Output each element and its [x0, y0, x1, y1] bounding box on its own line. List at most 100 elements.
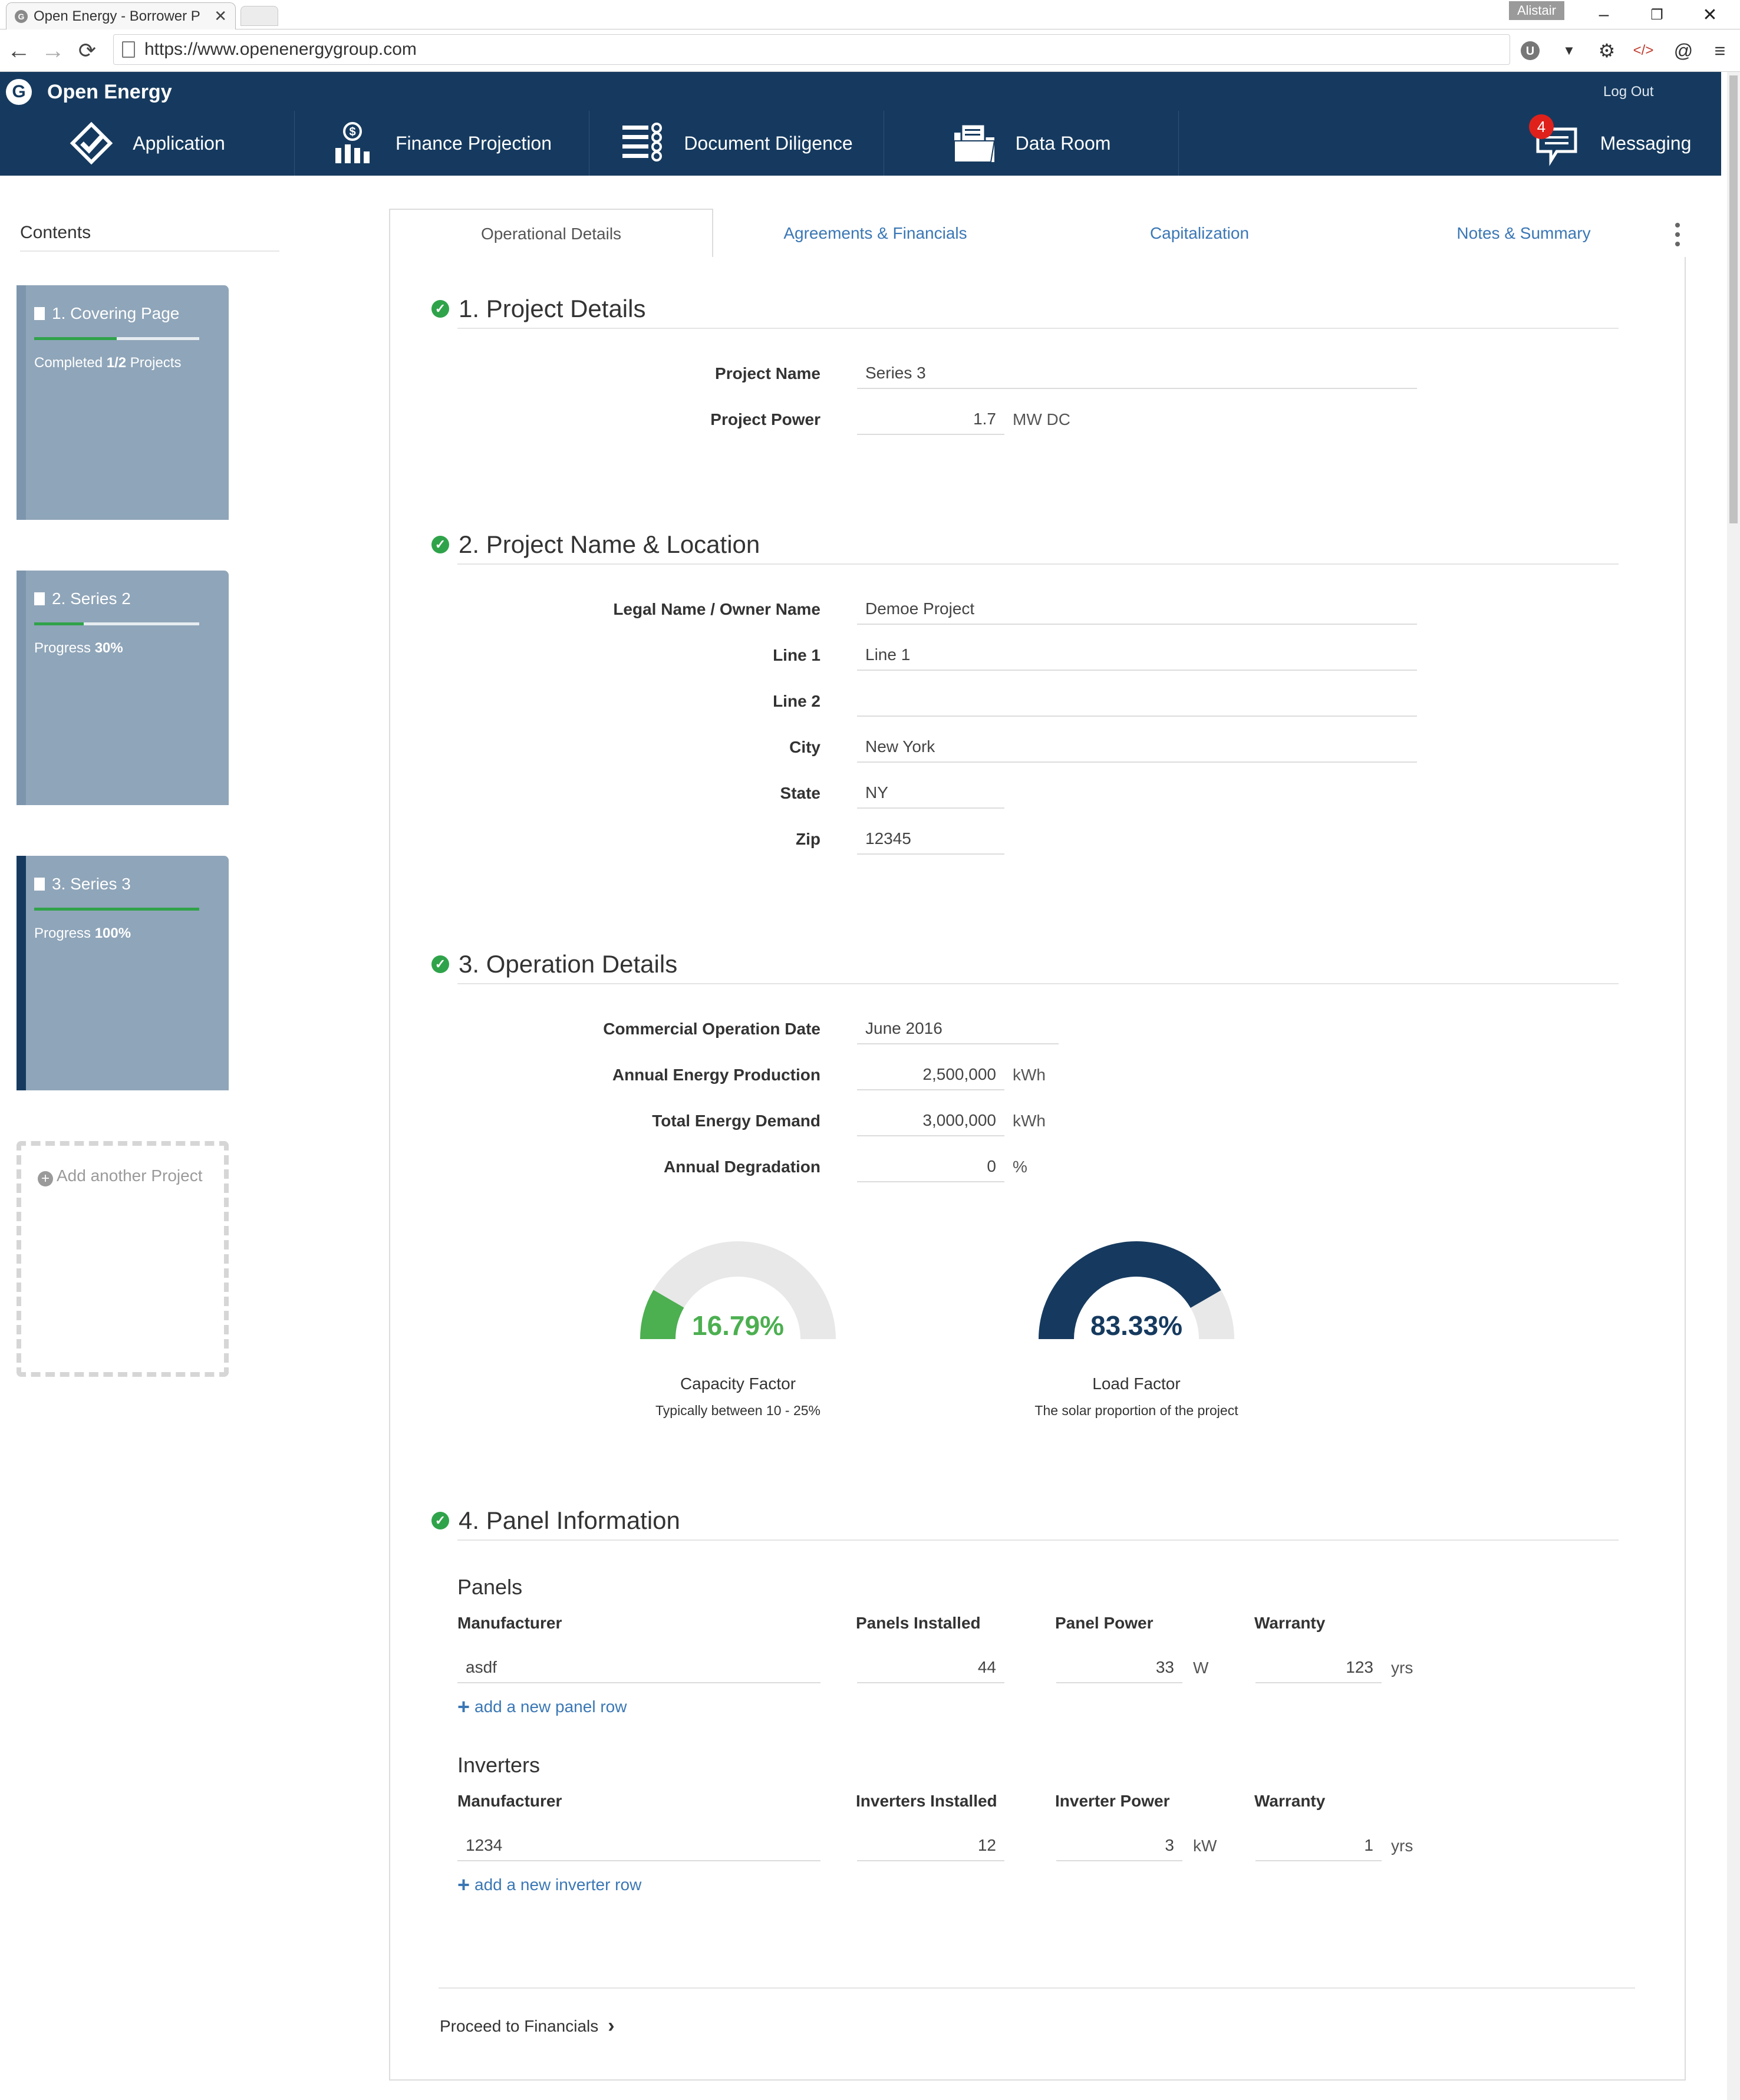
project-power-label: Project Power	[710, 410, 820, 428]
load-factor-title: Load Factor	[1092, 1374, 1181, 1393]
reload-icon[interactable]: ⟳	[73, 37, 101, 65]
document-icon	[34, 878, 45, 891]
inverter-power-field[interactable]: 3	[1056, 1831, 1182, 1861]
at-sign-icon[interactable]: @	[1670, 38, 1696, 64]
settings-gear-icon[interactable]: ⚙	[1594, 38, 1620, 64]
inverters-installed-field[interactable]: 12	[857, 1831, 1004, 1861]
app-topbar: G Open Energy Log Out	[0, 72, 1721, 111]
divider	[457, 563, 1619, 565]
logout-link[interactable]: Log Out	[1603, 84, 1653, 100]
brand[interactable]: G Open Energy	[6, 79, 172, 105]
restore-button[interactable]: ❐	[1630, 0, 1683, 29]
nav-document-diligence[interactable]: Document Diligence	[589, 111, 884, 176]
project-card-series-2[interactable]: 2. Series 2 Progress 30%	[17, 571, 229, 805]
nav-data-room[interactable]: Data Room	[884, 111, 1179, 176]
project-power-field[interactable]: 1.7	[857, 404, 1004, 435]
favicon-icon: G	[15, 9, 28, 23]
panels-heading: Panels	[457, 1575, 523, 1599]
commercial-operation-date-field[interactable]: June 2016	[857, 1014, 1059, 1044]
status-prefix: Progress	[34, 640, 95, 656]
total-energy-demand-field[interactable]: 3,000,000	[857, 1106, 1004, 1136]
dropdown-caret-icon[interactable]: ▼	[1556, 38, 1582, 64]
zip-label: Zip	[796, 830, 820, 848]
column-header: Manufacturer	[457, 1792, 562, 1810]
nav-application[interactable]: Application	[0, 111, 295, 176]
tab-close-icon[interactable]: ✕	[214, 7, 227, 25]
section-project-details-heading: ✓ 1. Project Details	[431, 295, 645, 323]
window-close-button[interactable]: ✕	[1683, 0, 1736, 29]
tab-notes-summary[interactable]: Notes & Summary	[1362, 209, 1686, 258]
panel-warranty-unit: yrs	[1391, 1659, 1413, 1677]
capacity-factor-title: Capacity Factor	[680, 1374, 796, 1393]
add-inverter-row-link[interactable]: + add a new inverter row	[457, 1872, 641, 1897]
minimize-button[interactable]: –	[1577, 0, 1630, 29]
inverters-heading: Inverters	[457, 1753, 541, 1777]
address-line1-field[interactable]: Line 1	[857, 640, 1417, 671]
zip-field[interactable]: 12345	[857, 824, 1004, 855]
browser-tab[interactable]: G Open Energy - Borrower P ✕	[6, 2, 236, 29]
plus-circle-icon: +	[38, 1171, 53, 1186]
check-circle-icon: ✓	[431, 536, 449, 553]
ted-unit: kWh	[1013, 1112, 1046, 1130]
forward-arrow-icon[interactable]: →	[39, 37, 67, 65]
project-card-covering-page[interactable]: 1. Covering Page Completed 1/2 Projects	[17, 285, 229, 520]
address-line2-field[interactable]	[857, 686, 1417, 717]
extension-u-icon[interactable]: U	[1517, 38, 1543, 64]
inverter-manufacturer-field[interactable]: 1234	[457, 1831, 820, 1861]
scrollbar-thumb[interactable]	[1729, 75, 1738, 523]
section-tabs: Operational Details Agreements & Financi…	[389, 209, 1686, 259]
divider	[457, 328, 1619, 329]
add-project-card[interactable]: + Add another Project	[17, 1141, 229, 1377]
divider	[439, 1987, 1635, 1989]
tab-agreements-financials[interactable]: Agreements & Financials	[713, 209, 1037, 258]
section-title: 3. Operation Details	[459, 950, 678, 978]
state-field[interactable]: NY	[857, 778, 1004, 809]
nav-finance-projection[interactable]: $ Finance Projection	[295, 111, 589, 176]
plus-icon: +	[457, 1694, 470, 1719]
capacity-factor-value: 16.79%	[691, 1310, 784, 1341]
annual-degradation-field[interactable]: 0	[857, 1152, 1004, 1182]
profile-badge[interactable]: Alistair	[1509, 1, 1564, 20]
column-header: Inverter Power	[1055, 1792, 1170, 1810]
svg-text:U: U	[1526, 45, 1534, 58]
plus-icon: +	[457, 1872, 470, 1897]
divider	[457, 983, 1619, 984]
panel-warranty-field[interactable]: 123	[1255, 1653, 1382, 1683]
line1-label: Line 1	[773, 646, 820, 664]
city-field[interactable]: New York	[857, 732, 1417, 763]
url-text: https://www.openenergygroup.com	[144, 39, 417, 59]
capacity-factor-subtitle: Typically between 10 - 25%	[655, 1403, 820, 1418]
address-bar[interactable]: https://www.openenergygroup.com	[113, 34, 1510, 65]
project-card-series-3[interactable]: 3. Series 3 Progress 100%	[17, 856, 229, 1090]
project-card-title-text: 3. Series 3	[52, 875, 131, 893]
code-icon[interactable]: </>	[1630, 38, 1656, 64]
panel-manufacturer-field[interactable]: asdf	[457, 1653, 820, 1683]
add-panel-row-link[interactable]: + add a new panel row	[457, 1694, 627, 1719]
tab-capitalization[interactable]: Capitalization	[1037, 209, 1362, 258]
project-progress-bar	[34, 622, 199, 625]
project-card-status: Completed 1/2 Projects	[34, 355, 181, 371]
brand-name: Open Energy	[47, 80, 172, 103]
panels-installed-field[interactable]: 44	[857, 1653, 1004, 1683]
legal-name-field[interactable]: Demoe Project	[857, 594, 1417, 625]
section-location-heading: ✓ 2. Project Name & Location	[431, 530, 760, 559]
browser-menu-icon[interactable]: ≡	[1707, 38, 1733, 64]
load-factor-subtitle: The solar proportion of the project	[1034, 1403, 1238, 1418]
status-suffix: Projects	[126, 355, 182, 371]
add-project-label: Add another Project	[57, 1166, 203, 1185]
nav-messaging[interactable]: 4 Messaging	[1503, 111, 1721, 176]
tab-operational-details[interactable]: Operational Details	[389, 209, 713, 259]
panel-power-field[interactable]: 33	[1056, 1653, 1182, 1683]
more-options-icon[interactable]	[1674, 223, 1681, 246]
load-factor-value: 83.33%	[1090, 1310, 1182, 1341]
back-arrow-icon[interactable]: ←	[5, 37, 33, 65]
project-name-field[interactable]: Series 3	[857, 358, 1417, 389]
annual-energy-production-field[interactable]: 2,500,000	[857, 1060, 1004, 1090]
inverter-power-unit: kW	[1193, 1837, 1217, 1855]
proceed-label: Proceed to Financials	[440, 2016, 599, 2035]
inverter-warranty-field[interactable]: 1	[1255, 1831, 1382, 1861]
browser-toolbar: ← → ⟳ https://www.openenergygroup.com U …	[0, 29, 1740, 72]
proceed-to-financials-button[interactable]: Proceed to Financials ›	[440, 2015, 615, 2038]
new-tab-button[interactable]	[240, 6, 278, 26]
page-icon	[122, 41, 135, 58]
